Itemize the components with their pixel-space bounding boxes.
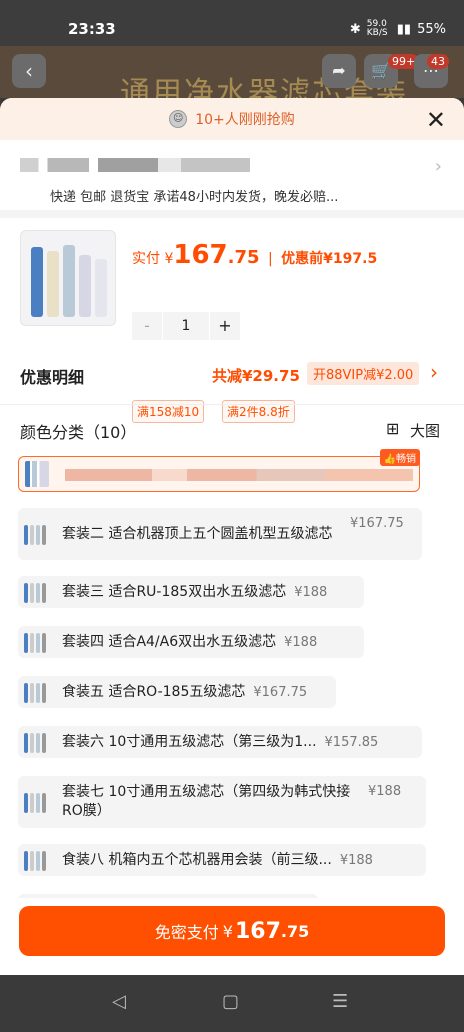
original-price: ¥197.5 <box>323 251 378 267</box>
option-name: 食装八 机箱内五个芯机器用会装（前三级... <box>62 851 332 868</box>
vip-discount-badge[interactable]: 开88VIP减¥2.00 <box>307 362 420 385</box>
option-thumbnail <box>22 627 52 657</box>
promo-banner: ☺ 10+人刚刚抢购 ✕ <box>0 98 464 140</box>
nav-home-button[interactable]: ▢ <box>222 991 239 1012</box>
address-section[interactable]: › 快递 包邮 退货宝 承诺48小时内发货，晚发必赔... <box>0 140 464 218</box>
option-thumbnail <box>22 787 52 817</box>
avatar-icon: ☺ <box>169 110 188 128</box>
delivery-info: 快递 包邮 退货宝 承诺48小时内发货，晚发必赔... <box>50 190 339 205</box>
message-badge: 43 <box>427 54 449 69</box>
nav-menu-button[interactable]: ☰ <box>332 991 348 1012</box>
selected-option[interactable]: 👍畅销 <box>18 449 420 492</box>
pay-prefix: 实付 <box>132 251 160 267</box>
price-separator: | <box>268 251 273 267</box>
option-name: 套装二 适合机器顶上五个圆盖机型五级滤芯 <box>62 525 333 542</box>
discount-row[interactable]: 优惠明细 共减¥29.75 开88VIP减¥2.00 › <box>0 350 464 398</box>
thumb-up-icon: 👍 <box>383 454 396 465</box>
option-icon <box>25 461 49 487</box>
back-button[interactable]: ‹ <box>12 54 46 88</box>
pay-amount-integer: 167 <box>234 918 281 944</box>
pay-amount-decimal: .75 <box>280 921 310 941</box>
option-price: ¥157.85 <box>324 734 379 750</box>
pay-currency: ¥ <box>222 921 233 941</box>
option-price: ¥167.75 <box>350 516 404 531</box>
large-view-label[interactable]: 大图 <box>410 420 440 441</box>
share-button[interactable]: ➦ <box>322 54 356 88</box>
promo-text: 10+人刚刚抢购 <box>195 112 295 128</box>
option-item[interactable]: 套装七 10寸通用五级滤芯（第四级为韩式快接RO膜） ¥188 <box>18 776 426 828</box>
option-thumbnail <box>22 845 52 875</box>
option-thumbnail <box>22 727 52 757</box>
option-name: 套装三 适合RU-185双出水五级滤芯 <box>62 583 287 600</box>
option-item[interactable]: 套装二 适合机器顶上五个圆盖机型五级滤芯 ¥167.75 <box>18 508 422 560</box>
status-bar: 23:33 ✱ 59.0 KB/S ▮▮ 55% <box>0 0 464 46</box>
option-item[interactable]: 食装五 适合RO-185五级滤芯 ¥167.75 <box>18 676 336 708</box>
option-price: ¥188 <box>368 784 402 799</box>
color-label: 颜色分类（10） <box>20 423 137 442</box>
battery-level: 55% <box>417 21 446 37</box>
address-blurred <box>20 158 250 172</box>
original-label: 优惠前 <box>281 251 324 267</box>
option-item[interactable]: 套装四 适合A4/A6双出水五级滤芯 ¥188 <box>18 626 364 658</box>
option-item[interactable]: 套装六 10寸通用五级滤芯（第三级为1... ¥157.85 <box>18 726 422 758</box>
product-thumbnail[interactable] <box>20 230 116 326</box>
discount-label: 优惠明细 <box>20 368 85 387</box>
grid-view-icon[interactable]: ⊞ <box>386 419 399 438</box>
quantity-stepper: - 1 + <box>132 312 240 340</box>
status-time: 23:33 <box>68 20 116 38</box>
close-button[interactable]: ✕ <box>426 106 446 134</box>
option-thumbnail <box>22 519 52 549</box>
background-header: ‹ 通用净水器滤芯套装 ➦ 🛒 99+ ⋯ 43 <box>0 46 464 98</box>
option-price: ¥188 <box>284 634 318 650</box>
signal-icon: ▮▮ <box>396 21 412 37</box>
pay-bar: 免密支付 ¥167.75 <box>0 898 464 975</box>
hot-badge: 👍畅销 <box>379 449 420 466</box>
option-name: 食装五 适合RO-185五级滤芯 <box>62 683 246 700</box>
option-blurred-text <box>65 469 413 481</box>
purchase-sheet: ☺ 10+人刚刚抢购 ✕ › 快递 包邮 退货宝 承诺48小时内发货，晚发必赔.… <box>0 98 464 975</box>
option-thumbnail <box>22 577 52 607</box>
option-thumbnail <box>22 677 52 707</box>
status-icons: ✱ 59.0 KB/S ▮▮ 55% <box>350 20 446 38</box>
qty-value[interactable]: 1 <box>163 312 209 340</box>
pay-label: 免密支付 <box>154 923 219 942</box>
pay-button[interactable]: 免密支付 ¥167.75 <box>19 906 445 956</box>
qty-minus-button[interactable]: - <box>132 312 162 340</box>
qty-plus-button[interactable]: + <box>210 312 240 340</box>
chevron-right-icon: › <box>430 360 438 384</box>
network-speed: 59.0 KB/S <box>366 19 388 38</box>
system-nav-bar: ◁ ▢ ☰ <box>0 975 464 1032</box>
option-item[interactable]: 套装三 适合RU-185双出水五级滤芯 ¥188 <box>18 576 364 608</box>
nav-back-button[interactable]: ◁ <box>112 991 126 1012</box>
bluetooth-icon: ✱ <box>349 21 361 37</box>
option-name: 套装六 10寸通用五级滤芯（第三级为1... <box>62 733 317 750</box>
option-name: 套装七 10寸通用五级滤芯（第四级为韩式快接RO膜） <box>62 784 351 819</box>
color-header: 颜色分类（10） ⊞ 大图 <box>0 404 464 452</box>
discount-total: 共减¥29.75 <box>212 367 300 385</box>
option-price: ¥188 <box>294 584 328 600</box>
chevron-left-icon: ‹ <box>25 59 33 83</box>
share-icon: ➦ <box>332 61 346 80</box>
option-price: ¥167.75 <box>253 684 308 700</box>
option-item[interactable]: 食装八 机箱内五个芯机器用会装（前三级... ¥188 <box>18 844 426 876</box>
option-name: 套装四 适合A4/A6双出水五级滤芯 <box>62 633 277 650</box>
price-integer: 167 <box>173 240 228 270</box>
chevron-right-icon: › <box>434 156 442 177</box>
price-line: 实付 ¥167.75 | 优惠前¥197.5 <box>132 240 377 270</box>
option-price: ¥188 <box>339 852 373 868</box>
price-decimal: .75 <box>227 247 260 268</box>
